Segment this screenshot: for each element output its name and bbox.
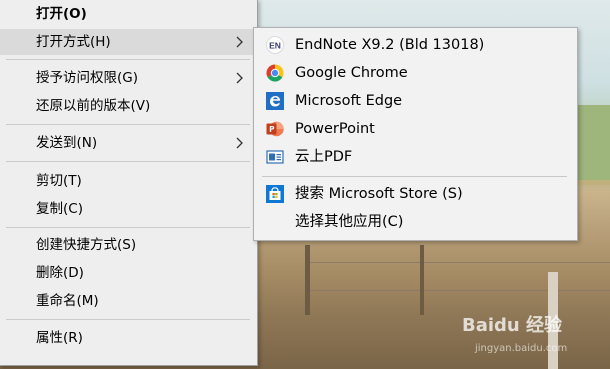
menu-item-label: 发送到(N) <box>36 135 98 151</box>
menu-item-label: 打开(O) <box>36 6 87 22</box>
watermark-subtext: jingyan.baidu.com <box>475 343 568 354</box>
wallpaper-fence-post <box>420 245 424 315</box>
menu-item-properties[interactable]: 属性(R) <box>0 325 257 351</box>
menu-separator <box>6 227 250 228</box>
menu-item-grant-access[interactable]: 授予访问权限(G) <box>0 65 257 91</box>
menu-item-label: 删除(D) <box>36 265 84 281</box>
submenu-item-choose-other-app[interactable]: 选择其他应用(C) <box>254 208 577 236</box>
submenu-item-label: PowerPoint <box>295 121 375 137</box>
submenu-separator <box>262 176 567 177</box>
pdf-icon <box>266 150 284 164</box>
submenu-item-powerpoint[interactable]: PowerPoint <box>254 115 577 143</box>
menu-item-label: 还原以前的版本(V) <box>36 98 151 114</box>
submenu-item-label: 选择其他应用(C) <box>295 214 404 230</box>
menu-item-label: 打开方式(H) <box>36 34 111 50</box>
menu-item-label: 复制(C) <box>36 201 83 217</box>
wallpaper-fence-wire <box>305 290 610 291</box>
menu-item-open[interactable]: 打开(O) <box>0 1 257 27</box>
submenu-item-search-store[interactable]: 搜索 Microsoft Store (S) <box>254 180 577 208</box>
menu-item-label: 剪切(T) <box>36 173 82 189</box>
menu-item-copy[interactable]: 复制(C) <box>0 196 257 222</box>
submenu-item-yunshang-pdf[interactable]: 云上PDF <box>254 143 577 171</box>
submenu-item-edge[interactable]: Microsoft Edge <box>254 87 577 115</box>
submenu-item-endnote[interactable]: EN EndNote X9.2 (Bld 13018) <box>254 31 577 59</box>
submenu-item-chrome[interactable]: Google Chrome <box>254 59 577 87</box>
menu-item-delete[interactable]: 删除(D) <box>0 260 257 286</box>
submenu-item-label: EndNote X9.2 (Bld 13018) <box>295 37 485 53</box>
wallpaper-fence-post <box>305 245 310 315</box>
menu-item-rename[interactable]: 重命名(M) <box>0 288 257 314</box>
menu-separator <box>6 124 250 125</box>
chevron-right-icon <box>236 72 243 84</box>
menu-item-send-to[interactable]: 发送到(N) <box>0 130 257 156</box>
menu-item-restore-versions[interactable]: 还原以前的版本(V) <box>0 93 257 119</box>
submenu-item-label: Google Chrome <box>295 65 408 81</box>
endnote-icon: EN <box>266 36 284 54</box>
chrome-icon <box>266 64 284 82</box>
wallpaper-fence-wire <box>305 262 610 263</box>
menu-item-label: 创建快捷方式(S) <box>36 237 137 253</box>
context-menu: 打开(O) 打开方式(H) 授予访问权限(G) 还原以前的版本(V) 发送到(N… <box>0 0 258 366</box>
submenu-item-label: 搜索 Microsoft Store (S) <box>295 186 463 202</box>
menu-separator <box>6 319 250 320</box>
submenu-item-label: 云上PDF <box>295 149 353 165</box>
chevron-right-icon <box>236 36 243 48</box>
menu-separator <box>6 59 250 60</box>
menu-item-create-shortcut[interactable]: 创建快捷方式(S) <box>0 232 257 258</box>
powerpoint-icon <box>266 121 284 137</box>
submenu-item-label: Microsoft Edge <box>295 93 403 109</box>
chevron-right-icon <box>236 137 243 149</box>
watermark-text: Baidu 经验 <box>462 315 563 336</box>
menu-item-label: 授予访问权限(G) <box>36 70 138 86</box>
menu-item-label: 属性(R) <box>36 330 83 346</box>
menu-item-open-with[interactable]: 打开方式(H) <box>0 29 257 55</box>
edge-icon <box>266 92 284 110</box>
store-icon <box>266 185 284 203</box>
menu-item-label: 重命名(M) <box>36 293 99 309</box>
endnote-icon-text: EN <box>269 41 281 51</box>
open-with-submenu: EN EndNote X9.2 (Bld 13018) Google Chrom… <box>253 27 578 241</box>
menu-item-cut[interactable]: 剪切(T) <box>0 168 257 194</box>
menu-separator <box>6 161 250 162</box>
